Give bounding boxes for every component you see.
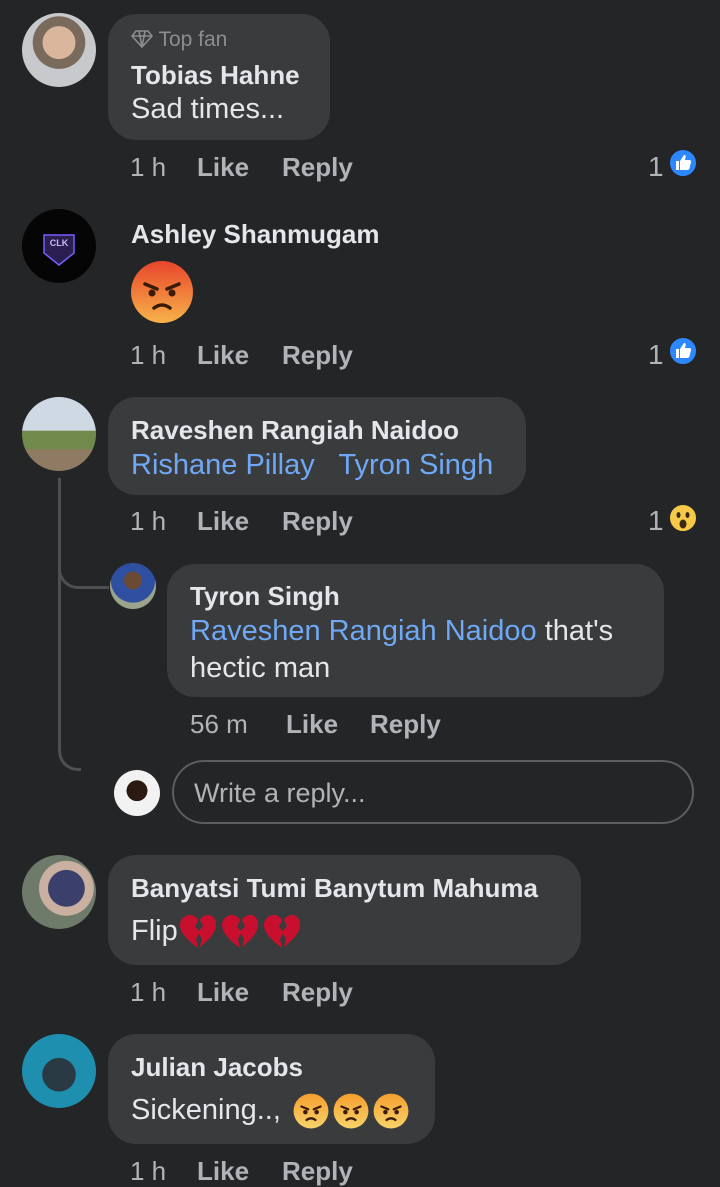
thread-branch [58,540,109,589]
like-button[interactable]: Like [197,152,249,183]
reply-text: Raveshen Rangiah Naidoo that's [190,615,613,648]
avatar[interactable] [110,563,156,609]
comment-text: Sickening.., [131,1094,281,1126]
like-button[interactable]: Like [197,506,249,537]
avatar[interactable] [22,13,96,87]
comment-author[interactable]: Ashley Shanmugam [131,219,380,250]
comment-text: Flip [131,915,178,948]
comment-time[interactable]: 1 h [130,340,166,371]
reply-button[interactable]: Reply [370,709,441,740]
clk-logo-icon: CLK [43,234,75,266]
top-fan-badge: Top fan [130,28,228,52]
reply-button[interactable]: Reply [282,152,353,183]
comment-author[interactable]: Tobias Hahne [131,60,300,91]
comment-time[interactable]: 1 h [130,506,166,537]
angry-emoji-icon [131,261,193,323]
broken-heart-icon [180,915,216,948]
reply-button[interactable]: Reply [282,506,353,537]
avatar[interactable] [22,1034,96,1108]
comment-text: Sad times... [131,93,285,125]
comment-text-body: Flip [131,915,178,947]
broken-heart-icon [222,915,258,948]
write-reply-input[interactable]: Write a reply... [172,760,694,824]
top-fan-label: Top fan [158,28,228,51]
angry-emoji-icon [333,1093,369,1129]
reply-text-rest: that's [536,615,614,647]
diamond-icon [130,30,154,49]
mention-link[interactable]: Raveshen Rangiah Naidoo [190,615,537,647]
comment-time[interactable]: 1 h [130,152,166,183]
mention-link[interactable]: Tyron Singh [338,449,493,481]
mention-link[interactable]: Rishane Pillay [131,449,315,481]
reply-button[interactable]: Reply [282,977,353,1008]
comment-time[interactable]: 1 h [130,1156,166,1187]
like-button[interactable]: Like [286,709,338,740]
comment-author[interactable]: Julian Jacobs [131,1052,303,1083]
reaction-count[interactable]: 1 [648,151,664,183]
reply-text-line2: hectic man [190,652,331,684]
like-reaction-icon[interactable] [668,148,698,178]
comment-text: Rishane Pillay Tyron Singh [131,449,493,482]
reply-time[interactable]: 56 m [190,709,248,740]
avatar[interactable]: CLK [22,209,96,283]
angry-emoji-icon [373,1093,409,1129]
reply-author[interactable]: Tyron Singh [190,581,340,612]
comment-author[interactable]: Raveshen Rangiah Naidoo [131,415,459,446]
wow-reaction-icon[interactable] [668,503,698,533]
current-user-avatar [114,770,160,816]
comment-author[interactable]: Banyatsi Tumi Banytum Mahuma [131,873,538,904]
avatar[interactable] [22,397,96,471]
reply-button[interactable]: Reply [282,1156,353,1187]
broken-heart-icon [264,915,300,948]
comment-time[interactable]: 1 h [130,977,166,1008]
like-reaction-icon[interactable] [668,336,698,366]
thread-line [58,478,81,771]
avatar-logo-text: CLK [50,238,69,248]
like-button[interactable]: Like [197,977,249,1008]
reply-button[interactable]: Reply [282,340,353,371]
like-button[interactable]: Like [197,340,249,371]
reaction-count[interactable]: 1 [648,505,664,537]
angry-emoji-icon [293,1093,329,1129]
avatar[interactable] [22,855,96,929]
reaction-count[interactable]: 1 [648,339,664,371]
like-button[interactable]: Like [197,1156,249,1187]
